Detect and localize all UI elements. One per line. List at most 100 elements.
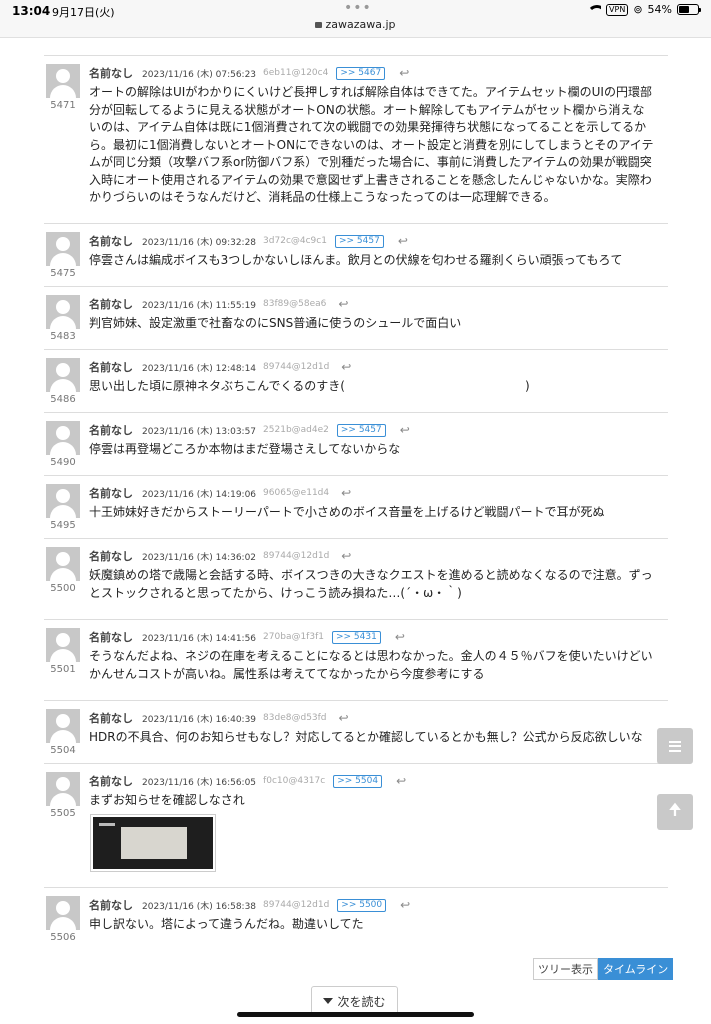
poster-id: 83f89@58ea6: [263, 299, 327, 309]
reply-arrow-icon[interactable]: ↩: [399, 66, 409, 80]
post-body: オートの解除はUIがわかりにくいけど長押しすれば解除自体はできてた。アイテムセッ…: [89, 84, 668, 207]
post-line: そうなんだよね、ネジの在庫を考えることになるとは思わなかった。金人の４５％バフを…: [89, 649, 653, 663]
avatar: [46, 709, 80, 743]
status-bar: 13:04 9月17日(火) ••• zawazawa.jp VPN ⊚ 54%: [0, 0, 711, 38]
post-meta: 名前なし 2023/11/16 (木) 14:19:06 96065@e11d4…: [89, 486, 351, 500]
address-bar[interactable]: zawazawa.jp: [0, 18, 711, 31]
avatar: [46, 358, 80, 392]
post-line: とストックされると思ってたから、けっこう読み損ねた…(´・ω・｀): [89, 585, 462, 600]
reply-arrow-icon[interactable]: ↩: [398, 234, 408, 248]
view-toggle: ツリー表示 タイムライン: [533, 958, 674, 980]
post-date: 2023/11/16 (木) 16:40:39: [142, 714, 257, 725]
post-number[interactable]: 5486: [44, 394, 82, 405]
reply-arrow-icon[interactable]: ↩: [338, 297, 348, 311]
anchor-link[interactable]: >> 5467: [336, 66, 386, 80]
post-number[interactable]: 5504: [44, 745, 82, 756]
comment-list: 5471 名前なし 2023/11/16 (木) 07:56:23 6eb11@…: [44, 55, 668, 948]
poster-name: 名前なし: [89, 298, 133, 311]
url-text: zawazawa.jp: [325, 18, 396, 31]
reply-arrow-icon[interactable]: ↩: [400, 423, 410, 437]
poster-name: 名前なし: [89, 775, 133, 788]
rotation-lock-icon: ⊚: [633, 3, 643, 16]
poster-name: 名前なし: [89, 67, 133, 80]
post-meta: 名前なし 2023/11/16 (木) 16:40:39 83de8@d53fd…: [89, 711, 349, 725]
post-number[interactable]: 5495: [44, 520, 82, 531]
reply-arrow-icon[interactable]: ↩: [395, 630, 405, 644]
avatar: [46, 484, 80, 518]
post-line: 分が回転してるように見える状態がオートONの状態。オート解除してもアイテムがセッ…: [89, 102, 645, 117]
post-date: 2023/11/16 (木) 07:56:23: [142, 69, 257, 80]
poster-id: f0c10@4317c: [263, 776, 326, 786]
timeline-view-button[interactable]: タイムライン: [598, 958, 674, 980]
post-body: 思い出した頃に原神ネタぶちこんでくるのすき( ): [89, 378, 668, 396]
poster-id: 89744@12d1d: [263, 362, 330, 372]
post-meta: 名前なし 2023/11/16 (木) 09:32:28 3d72c@4c9c1…: [89, 234, 408, 248]
post-number[interactable]: 5506: [44, 932, 82, 943]
post-meta: 名前なし 2023/11/16 (木) 07:56:23 6eb11@120c4…: [89, 66, 409, 80]
status-time: 13:04: [12, 4, 51, 18]
post-body: 申し訳ない。塔によって違うんだね。勘違いしてた: [89, 916, 668, 934]
comment-post: 5483 名前なし 2023/11/16 (木) 11:55:19 83f89@…: [44, 287, 668, 350]
post-line: まずお知らせを確認しなされ: [89, 793, 245, 807]
post-body: 判官姉妹、設定激重で社畜なのにSNS普通に使うのシュールで面白い: [89, 315, 668, 333]
comment-post: 5490 名前なし 2023/11/16 (木) 13:03:57 2521b@…: [44, 413, 668, 476]
reply-arrow-icon[interactable]: ↩: [341, 360, 351, 374]
reply-arrow-icon[interactable]: ↩: [400, 898, 410, 912]
poster-name: 名前なし: [89, 424, 133, 437]
post-line: HDRの不具合、何のお知らせもなし？対応してるとか確認しているとかも無し？公式か…: [89, 730, 643, 744]
tab-dots-icon[interactable]: •••: [344, 0, 372, 16]
home-indicator[interactable]: [237, 1012, 474, 1017]
poster-id: 270ba@1f3f1: [263, 632, 324, 642]
tree-view-button[interactable]: ツリー表示: [533, 958, 598, 980]
post-line: ら。最初に1個消費しないとオートONにできないのは、オート設定と消費を別にしてし…: [89, 137, 654, 152]
poster-name: 名前なし: [89, 487, 133, 500]
comment-post: 5506 名前なし 2023/11/16 (木) 16:58:38 89744@…: [44, 888, 668, 948]
post-date: 2023/11/16 (木) 16:56:05: [142, 777, 257, 788]
post-body: 妖魔鎮めの塔で歳陽と会話する時、ボイスつきの大きなクエストを進めると読めなくなる…: [89, 567, 668, 602]
comment-post: 5486 名前なし 2023/11/16 (木) 12:48:14 89744@…: [44, 350, 668, 413]
post-date: 2023/11/16 (木) 13:03:57: [142, 426, 257, 437]
post-line: 申し訳ない。塔によって違うんだね。勘違いしてた: [89, 917, 364, 931]
reply-arrow-icon[interactable]: ↩: [341, 549, 351, 563]
post-date: 2023/11/16 (木) 14:36:02: [142, 552, 257, 563]
anchor-link[interactable]: >> 5500: [337, 898, 387, 912]
anchor-link[interactable]: >> 5504: [333, 774, 383, 788]
reply-arrow-icon[interactable]: ↩: [341, 486, 351, 500]
poster-id: 89744@12d1d: [263, 900, 330, 910]
avatar: [46, 232, 80, 266]
anchor-link[interactable]: >> 5457: [336, 423, 386, 437]
avatar: [46, 628, 80, 662]
avatar: [46, 295, 80, 329]
post-line: 停雲は再登場どころか本物はまだ登場さえしてないからな: [89, 442, 401, 456]
post-number[interactable]: 5501: [44, 664, 82, 675]
comment-post: 5500 名前なし 2023/11/16 (木) 14:36:02 89744@…: [44, 539, 668, 620]
post-meta: 名前なし 2023/11/16 (木) 12:48:14 89744@12d1d…: [89, 360, 351, 374]
poster-name: 名前なし: [89, 899, 133, 912]
status-indicators: VPN ⊚ 54%: [587, 3, 701, 16]
post-number[interactable]: 5500: [44, 583, 82, 594]
poster-id: 96065@e11d4: [263, 488, 330, 498]
poster-id: 89744@12d1d: [263, 551, 330, 561]
anchor-link[interactable]: >> 5457: [334, 234, 384, 248]
comment-post: 5504 名前なし 2023/11/16 (木) 16:40:39 83de8@…: [44, 701, 668, 764]
post-number[interactable]: 5471: [44, 100, 82, 111]
comment-post: 5475 名前なし 2023/11/16 (木) 09:32:28 3d72c@…: [44, 224, 668, 287]
comment-post: 5495 名前なし 2023/11/16 (木) 14:19:06 96065@…: [44, 476, 668, 539]
post-number[interactable]: 5483: [44, 331, 82, 342]
post-meta: 名前なし 2023/11/16 (木) 16:58:38 89744@12d1d…: [89, 898, 410, 912]
post-number[interactable]: 5475: [44, 268, 82, 279]
post-line: 判官姉妹、設定激重で社畜なのにSNS普通に使うのシュールで面白い: [89, 316, 462, 330]
post-line: かんせんコストが高いね。属性系は考えててなかったから今度参考にする: [89, 666, 485, 681]
menu-lines-icon: [669, 740, 681, 752]
reply-arrow-icon[interactable]: ↩: [339, 711, 349, 725]
poster-name: 名前なし: [89, 550, 133, 563]
anchor-link[interactable]: >> 5431: [331, 630, 381, 644]
post-number[interactable]: 5490: [44, 457, 82, 468]
reply-arrow-icon[interactable]: ↩: [396, 774, 406, 788]
menu-button[interactable]: [657, 728, 693, 764]
attached-image-thumbnail[interactable]: [90, 814, 216, 872]
scroll-top-button[interactable]: 🠉: [657, 794, 693, 830]
post-number[interactable]: 5505: [44, 808, 82, 819]
triangle-down-icon: [323, 998, 334, 1004]
poster-id: 6eb11@120c4: [263, 68, 329, 78]
